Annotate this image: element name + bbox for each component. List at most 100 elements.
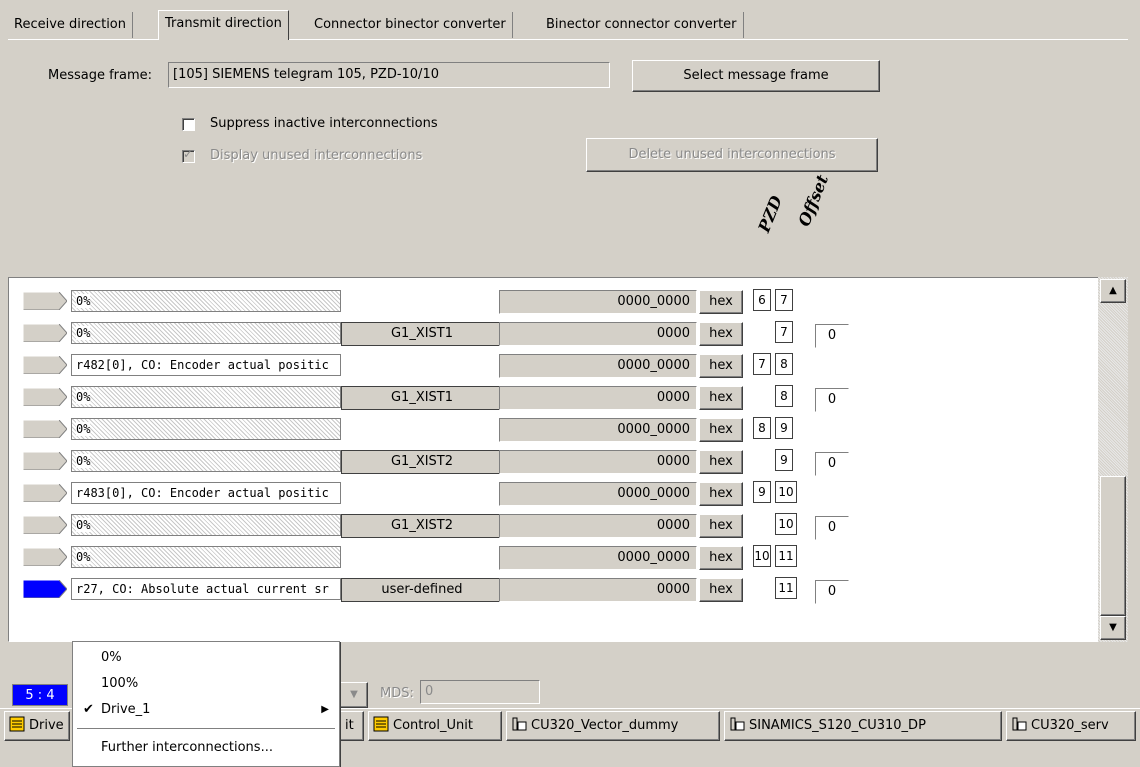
signal-source-text: r483[0], CO: Encoder actual positic bbox=[76, 486, 329, 500]
mds-field: 0 bbox=[420, 680, 540, 704]
menu-item-label: 0% bbox=[101, 650, 122, 665]
signal-name-button[interactable]: G1_XIST1 bbox=[341, 322, 503, 346]
document-icon bbox=[9, 715, 25, 732]
taskbar-item-cu320-serv[interactable]: CU320_serv bbox=[1006, 711, 1136, 741]
menu-item-further-interconnections[interactable]: Further interconnections... bbox=[73, 736, 339, 760]
pzd-number: 7 bbox=[775, 321, 793, 343]
connector-icon[interactable] bbox=[22, 451, 68, 471]
pzd-number: 7 bbox=[753, 353, 771, 375]
connector-icon[interactable] bbox=[22, 291, 68, 311]
scroll-up-button[interactable]: ▲ bbox=[1100, 279, 1126, 303]
pzd-number: 10 bbox=[775, 481, 797, 503]
offset-field: 0 bbox=[815, 324, 849, 348]
hex-button[interactable]: hex bbox=[699, 386, 743, 410]
menu-item-label: Drive_1 bbox=[101, 702, 151, 717]
hex-button[interactable]: hex bbox=[699, 514, 743, 538]
display-unused-label: Display unused interconnections bbox=[210, 148, 423, 163]
value-field: 0000 bbox=[499, 514, 697, 538]
pzd-header: PZD bbox=[754, 193, 787, 235]
checkmark-icon: ✔ bbox=[83, 702, 94, 717]
connector-icon[interactable] bbox=[22, 355, 68, 375]
connector-icon[interactable] bbox=[22, 579, 68, 599]
tab-receive-direction[interactable]: Receive direction bbox=[8, 12, 133, 38]
signal-name-button[interactable]: G1_XIST2 bbox=[341, 450, 503, 474]
value-field: 0000 bbox=[499, 578, 697, 602]
connector-icon[interactable] bbox=[22, 387, 68, 407]
dropdown-button: ▼ bbox=[340, 682, 368, 708]
hex-button[interactable]: hex bbox=[699, 322, 743, 346]
signal-source-field[interactable]: 0% bbox=[71, 450, 341, 472]
scroll-down-button[interactable]: ▼ bbox=[1100, 616, 1126, 640]
taskbar-item-sinamics-s120[interactable]: SINAMICS_S120_CU310_DP bbox=[724, 711, 1002, 741]
value-field: 0000_0000 bbox=[499, 482, 697, 506]
hex-button[interactable]: hex bbox=[699, 290, 743, 314]
pzd-number: 9 bbox=[753, 481, 771, 503]
offset-header: Offset bbox=[794, 172, 833, 229]
taskbar-item-cu320-vector-dummy[interactable]: CU320_Vector_dummy bbox=[506, 711, 720, 741]
signal-name-button[interactable]: G1_XIST1 bbox=[341, 386, 503, 410]
connector-icon[interactable] bbox=[22, 483, 68, 503]
tab-binector-connector-converter[interactable]: Binector connector converter bbox=[540, 12, 744, 38]
signal-source-text: 0% bbox=[76, 294, 91, 308]
signal-source-field[interactable]: r483[0], CO: Encoder actual positic bbox=[71, 482, 341, 504]
value-field: 0000_0000 bbox=[499, 546, 697, 570]
signal-source-field[interactable]: r482[0], CO: Encoder actual positic bbox=[71, 354, 341, 376]
menu-item-label: 100% bbox=[101, 676, 139, 691]
offset-field: 0 bbox=[815, 580, 849, 604]
suppress-inactive-checkbox[interactable] bbox=[182, 118, 195, 131]
menu-item-label: Further interconnections... bbox=[101, 740, 273, 755]
signal-source-text: 0% bbox=[76, 390, 91, 404]
pzd-number: 10 bbox=[753, 545, 771, 567]
menu-item-100-percent[interactable]: 100% bbox=[73, 672, 339, 696]
offset-field: 0 bbox=[815, 452, 849, 476]
drive-icon bbox=[1011, 715, 1027, 731]
delete-unused-button: Delete unused interconnections bbox=[586, 138, 878, 172]
suppress-inactive-label: Suppress inactive interconnections bbox=[210, 116, 438, 131]
menu-item-drive-1[interactable]: ✔ Drive_1 ▶ bbox=[73, 698, 339, 722]
connector-icon[interactable] bbox=[22, 547, 68, 567]
signal-source-text: 0% bbox=[76, 422, 91, 436]
signal-source-field[interactable]: r27, CO: Absolute actual current sr bbox=[71, 578, 341, 600]
connector-icon[interactable] bbox=[22, 323, 68, 343]
offset-field: 0 bbox=[815, 388, 849, 412]
signal-source-field[interactable]: 0% bbox=[71, 322, 341, 344]
drive-icon bbox=[511, 715, 527, 731]
hex-button[interactable]: hex bbox=[699, 546, 743, 570]
connector-icon[interactable] bbox=[22, 419, 68, 439]
taskbar-label: it bbox=[345, 718, 354, 733]
value-field: 0000_0000 bbox=[499, 418, 697, 442]
hex-button[interactable]: hex bbox=[699, 418, 743, 442]
pzd-number: 9 bbox=[775, 417, 793, 439]
taskbar-label: CU320_Vector_dummy bbox=[531, 718, 679, 733]
signal-source-field[interactable]: 0% bbox=[71, 290, 341, 312]
signal-source-field[interactable]: 0% bbox=[71, 514, 341, 536]
hex-button[interactable]: hex bbox=[699, 354, 743, 378]
select-message-frame-button[interactable]: Select message frame bbox=[632, 60, 880, 92]
hex-button[interactable]: hex bbox=[699, 450, 743, 474]
signal-name-button[interactable]: G1_XIST2 bbox=[341, 514, 503, 538]
status-indicator: 5 : 4 bbox=[12, 684, 68, 706]
tab-transmit-direction[interactable]: Transmit direction bbox=[158, 10, 289, 40]
tab-connector-binector-converter[interactable]: Connector binector converter bbox=[308, 12, 513, 38]
scroll-thumb[interactable] bbox=[1100, 476, 1126, 616]
connector-icon[interactable] bbox=[22, 515, 68, 535]
taskbar-label: Drive bbox=[29, 718, 64, 733]
taskbar-item-unit[interactable]: it bbox=[340, 711, 364, 741]
pzd-number: 8 bbox=[775, 353, 793, 375]
menu-separator bbox=[77, 728, 335, 730]
signal-name-button[interactable]: user-defined bbox=[341, 578, 503, 602]
hex-button[interactable]: hex bbox=[699, 482, 743, 506]
hex-button[interactable]: hex bbox=[699, 578, 743, 602]
pzd-number: 11 bbox=[775, 577, 797, 599]
taskbar-label: CU320_serv bbox=[1031, 718, 1109, 733]
signal-source-field[interactable]: 0% bbox=[71, 386, 341, 408]
signal-source-text: r27, CO: Absolute actual current sr bbox=[76, 582, 329, 596]
document-icon bbox=[373, 715, 389, 732]
taskbar-item-drive[interactable]: Drive bbox=[4, 711, 70, 741]
taskbar-item-control-unit[interactable]: Control_Unit bbox=[368, 711, 502, 741]
pzd-number: 10 bbox=[775, 513, 797, 535]
value-field: 0000_0000 bbox=[499, 290, 697, 314]
signal-source-field[interactable]: 0% bbox=[71, 418, 341, 440]
signal-source-field[interactable]: 0% bbox=[71, 546, 341, 568]
menu-item-0-percent[interactable]: 0% bbox=[73, 646, 339, 670]
